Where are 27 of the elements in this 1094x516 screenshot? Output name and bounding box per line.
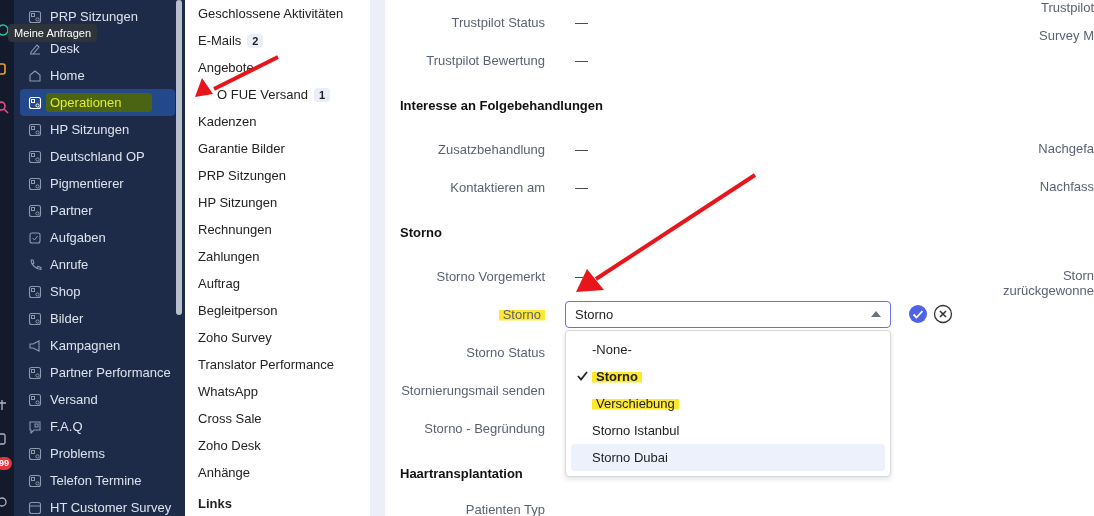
field-label: Nachfass (1039, 179, 1094, 194)
section-heading: Interesse an Folgebehandlungen (400, 98, 603, 114)
field-value: — (575, 52, 588, 68)
field-label: Storno Status (465, 344, 545, 360)
field-value: — (575, 14, 588, 30)
section-heading: Haartransplantation (400, 466, 523, 482)
field-value: — (575, 179, 588, 195)
count-badge: 1 (314, 87, 331, 102)
field-label: Trustpilot Status (450, 14, 545, 30)
field-label: Storno - Begründung (423, 420, 545, 436)
field-label: Survey M (1039, 28, 1094, 43)
field-label: Storn zurückgewonne (1002, 268, 1094, 298)
field-label: Trustpilot Bewertung (425, 52, 545, 68)
field-label: Storno (400, 306, 545, 322)
notification-badge: 99 (0, 457, 12, 470)
field-label: Trustpilot (1041, 0, 1094, 15)
field-label: Stornierungsmail senden (400, 382, 545, 398)
section-heading: Links (198, 496, 233, 511)
field-label: Storno Vorgemerkt (435, 268, 545, 284)
tooltip: Meine Anfragen (8, 24, 98, 42)
field-value: — (575, 141, 588, 157)
field-label: Zusatzbehandlung (437, 141, 545, 157)
field-label: Nachgefa (1038, 141, 1094, 156)
field-label: Patienten Typ (464, 501, 545, 516)
field-label: Kontaktieren am (449, 179, 545, 195)
section-heading: Storno (400, 225, 442, 241)
count-badge: 2 (247, 33, 264, 48)
